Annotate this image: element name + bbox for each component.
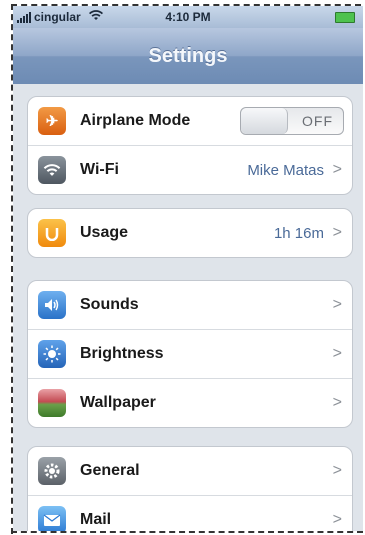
row-sounds[interactable]: Sounds > bbox=[28, 281, 352, 330]
toggle-knob bbox=[241, 108, 288, 134]
sounds-label: Sounds bbox=[80, 296, 139, 313]
row-brightness[interactable]: Brightness > bbox=[28, 330, 352, 379]
status-time: 4:10 PM bbox=[165, 10, 211, 24]
settings-group-display: Sounds > Brightness > Wallpaper > bbox=[27, 280, 353, 428]
chevron-right-icon: > bbox=[332, 224, 342, 241]
mail-icon bbox=[38, 506, 66, 531]
chevron-right-icon: > bbox=[332, 345, 342, 362]
settings-group-general: General > Mail > bbox=[27, 446, 353, 531]
wallpaper-icon bbox=[38, 389, 66, 417]
chevron-right-icon: > bbox=[332, 296, 342, 313]
airplane-mode-toggle[interactable]: OFF bbox=[240, 107, 344, 135]
settings-group-usage: Usage 1h 16m > bbox=[27, 208, 353, 258]
wifi-label: Wi-Fi bbox=[80, 161, 119, 178]
usage-value: 1h 16m bbox=[273, 224, 324, 242]
settings-list: ✈ Airplane Mode OFF Wi-Fi Mike Matas > U… bbox=[13, 84, 363, 531]
chevron-right-icon: > bbox=[332, 161, 342, 178]
usage-icon bbox=[38, 219, 66, 247]
page-title: Settings bbox=[148, 44, 228, 67]
row-airplane-mode[interactable]: ✈ Airplane Mode OFF bbox=[28, 97, 352, 146]
row-usage[interactable]: Usage 1h 16m > bbox=[28, 209, 352, 257]
chevron-right-icon: > bbox=[332, 511, 342, 528]
general-label: General bbox=[80, 462, 140, 479]
mail-label: Mail bbox=[80, 511, 112, 528]
airplane-mode-label: Airplane Mode bbox=[80, 112, 191, 129]
brightness-label: Brightness bbox=[80, 345, 164, 362]
navigation-bar: Settings bbox=[13, 28, 363, 85]
battery-icon bbox=[335, 12, 355, 23]
wifi-icon bbox=[38, 156, 66, 184]
wallpaper-label: Wallpaper bbox=[80, 394, 156, 411]
row-mail[interactable]: Mail > bbox=[28, 496, 352, 531]
settings-group-network: ✈ Airplane Mode OFF Wi-Fi Mike Matas > bbox=[27, 96, 353, 195]
toggle-state: OFF bbox=[302, 113, 333, 129]
gear-icon bbox=[38, 457, 66, 485]
speaker-icon bbox=[38, 291, 66, 319]
sun-icon bbox=[38, 340, 66, 368]
usage-label: Usage bbox=[80, 224, 129, 241]
row-wifi[interactable]: Wi-Fi Mike Matas > bbox=[28, 146, 352, 194]
chevron-right-icon: > bbox=[332, 394, 342, 411]
row-general[interactable]: General > bbox=[28, 447, 352, 496]
screenshot-frame-bottom bbox=[11, 531, 363, 533]
airplane-icon: ✈ bbox=[38, 107, 66, 135]
wifi-network-value: Mike Matas bbox=[247, 161, 324, 179]
row-wallpaper[interactable]: Wallpaper > bbox=[28, 379, 352, 427]
status-bar: cingular 4:10 PM bbox=[13, 6, 363, 28]
chevron-right-icon: > bbox=[332, 462, 342, 479]
